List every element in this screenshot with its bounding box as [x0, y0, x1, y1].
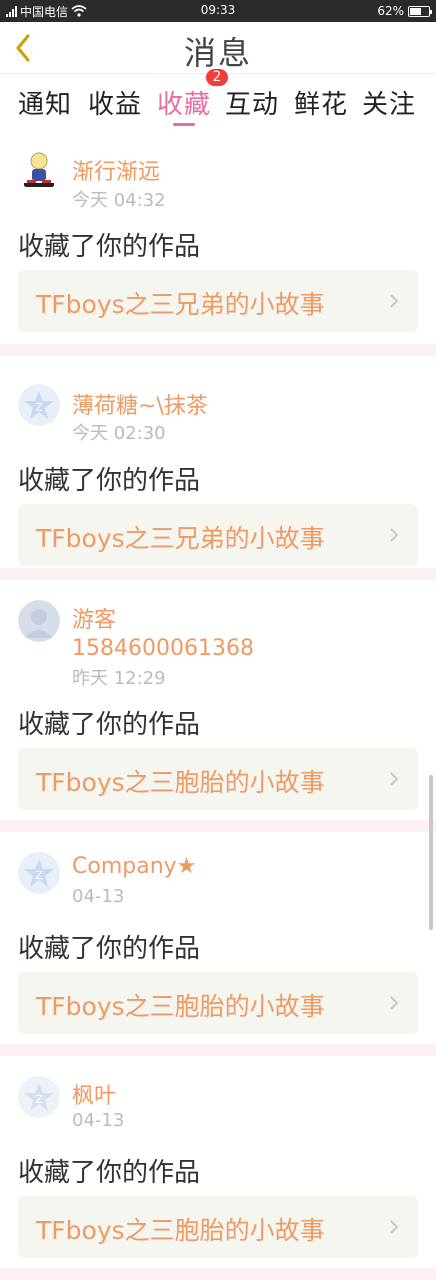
- default-star-avatar[interactable]: Z: [18, 1076, 60, 1118]
- list-item: Z 薄荷糖~\抹茶 今天 02:30 收藏了你的作品 TFboys之三兄弟的小故…: [0, 356, 436, 568]
- action-text: 收藏了你的作品: [18, 1158, 201, 1188]
- user-name-line2: 1584600061368: [72, 636, 254, 661]
- work-link[interactable]: TFboys之三胞胎的小故事: [18, 1196, 418, 1258]
- work-title: TFboys之三胞胎的小故事: [36, 768, 325, 797]
- separator: [0, 568, 436, 580]
- page-title: 消息: [183, 34, 252, 72]
- user-name[interactable]: 薄荷糖~\抹茶: [72, 388, 208, 420]
- action-text: 收藏了你的作品: [18, 934, 201, 964]
- svg-text:Z: Z: [35, 869, 43, 882]
- action-text: 收藏了你的作品: [18, 232, 201, 262]
- tab-bar: 通知 收益 收藏 2 互动 鲜花 关注: [0, 69, 436, 134]
- signal-icon: [6, 5, 17, 17]
- header: 消息: [0, 22, 436, 74]
- timestamp: 今天 04:32: [72, 190, 166, 211]
- work-title: TFboys之三兄弟的小故事: [36, 524, 325, 553]
- list-item: 渐行渐远 今天 04:32 收藏了你的作品 TFboys之三兄弟的小故事: [0, 134, 436, 344]
- separator: [0, 1268, 436, 1280]
- work-title: TFboys之三胞胎的小故事: [36, 1216, 325, 1245]
- user-name[interactable]: 渐行渐远: [72, 154, 160, 186]
- work-title: TFboys之三兄弟的小故事: [36, 290, 325, 319]
- default-star-avatar[interactable]: Z: [18, 384, 60, 426]
- chevron-right-icon: [390, 294, 399, 308]
- wifi-icon: [71, 5, 87, 17]
- list-item: Z Company★ 04-13 收藏了你的作品 TFboys之三胞胎的小故事: [0, 832, 436, 1044]
- status-right: 62%: [377, 0, 432, 22]
- work-link[interactable]: TFboys之三兄弟的小故事: [18, 270, 418, 332]
- tab-notice[interactable]: 通知: [18, 84, 72, 121]
- battery-icon: [408, 5, 432, 17]
- work-link[interactable]: TFboys之三胞胎的小故事: [18, 748, 418, 810]
- status-bar: 中国电信 09:33 62%: [0, 0, 436, 22]
- svg-text:Z: Z: [35, 401, 43, 414]
- list-item: Z 枫叶 04-13 收藏了你的作品 TFboys之三胞胎的小故事: [0, 1056, 436, 1268]
- chevron-right-icon: [390, 996, 399, 1010]
- svg-text:Z: Z: [35, 1093, 43, 1106]
- user-name[interactable]: Company★: [72, 854, 196, 879]
- chevron-right-icon: [390, 1220, 399, 1234]
- status-left: 中国电信: [6, 0, 87, 22]
- action-text: 收藏了你的作品: [18, 710, 201, 740]
- timestamp: 04-13: [72, 1110, 125, 1131]
- chevron-right-icon: [390, 772, 399, 786]
- battery-fill: [410, 7, 422, 15]
- scrollbar[interactable]: [429, 775, 433, 930]
- tab-interaction[interactable]: 互动: [225, 84, 279, 121]
- notification-list: 渐行渐远 今天 04:32 收藏了你的作品 TFboys之三兄弟的小故事 Z 薄…: [0, 134, 436, 1280]
- tab-flowers[interactable]: 鲜花: [294, 84, 348, 121]
- timestamp: 昨天 12:29: [72, 668, 166, 689]
- separator: [0, 1044, 436, 1056]
- timestamp: 04-13: [72, 886, 125, 907]
- tab-earnings[interactable]: 收益: [88, 84, 142, 121]
- default-star-avatar[interactable]: Z: [18, 852, 60, 894]
- back-icon[interactable]: [10, 30, 40, 66]
- tab-following[interactable]: 关注: [362, 84, 416, 121]
- active-tab-indicator: [173, 123, 195, 126]
- user-name-line1: 游客: [72, 608, 117, 633]
- user-name[interactable]: 游客 1584600061368: [72, 602, 254, 661]
- timestamp: 今天 02:30: [72, 423, 166, 444]
- work-link[interactable]: TFboys之三兄弟的小故事: [18, 504, 418, 566]
- user-name[interactable]: 枫叶: [72, 1078, 116, 1110]
- work-link[interactable]: TFboys之三胞胎的小故事: [18, 972, 418, 1034]
- action-text: 收藏了你的作品: [18, 466, 201, 496]
- separator: [0, 820, 436, 832]
- chevron-right-icon: [390, 528, 399, 542]
- cartoon-avatar[interactable]: [18, 150, 60, 192]
- carrier-label: 中国电信: [20, 4, 69, 19]
- separator: [0, 344, 436, 356]
- list-item: 游客 1584600061368 昨天 12:29 收藏了你的作品 TFboys…: [0, 580, 436, 820]
- tab-favorites[interactable]: 收藏: [157, 84, 211, 121]
- work-title: TFboys之三胞胎的小故事: [36, 992, 325, 1021]
- guest-avatar[interactable]: [18, 600, 60, 642]
- battery-label: 62%: [377, 4, 404, 18]
